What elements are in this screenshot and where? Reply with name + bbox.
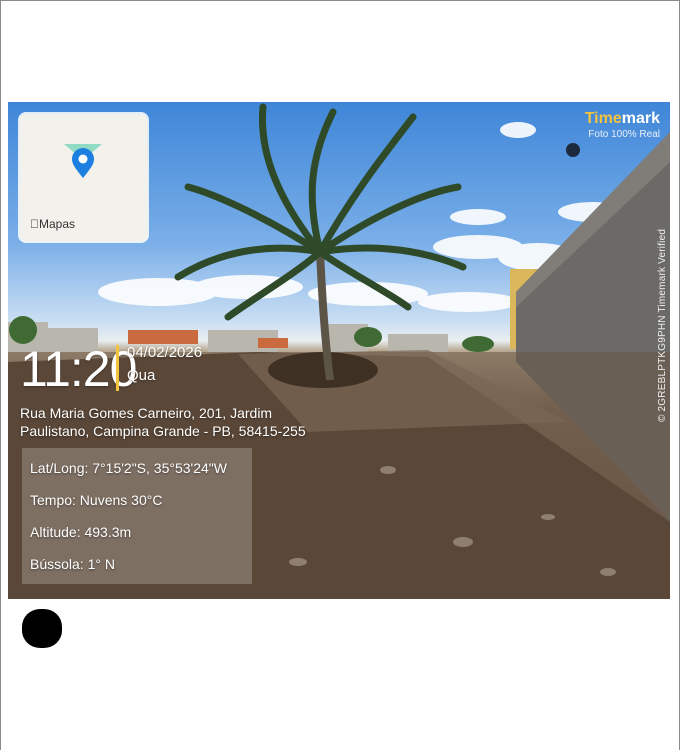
map-thumbnail[interactable]: Mapas: [20, 114, 147, 241]
date-display: 04/02/2026: [127, 344, 203, 361]
time-divider: [116, 345, 119, 391]
weekday-display: Qua: [127, 367, 156, 384]
maps-label: Mapas: [30, 217, 75, 231]
latlong-text: Lat/Long: 7°15'2"S, 35°53'24"W: [30, 460, 227, 476]
map-pin-icon: [64, 144, 102, 178]
black-circle-button[interactable]: [22, 609, 62, 648]
timemark-brand: Timemark Foto 100% Real: [585, 110, 660, 140]
compass-text: Bússola: 1° N: [30, 556, 115, 572]
info-panel: Lat/Long: 7°15'2"S, 35°53'24"W Tempo: Nu…: [22, 448, 252, 584]
altitude-text: Altitude: 493.3m: [30, 524, 132, 540]
brand-subtitle: Foto 100% Real: [588, 129, 660, 140]
verification-code: © 2GREBLPTKG9PHN Timemark Verified: [657, 228, 668, 422]
brand-name: Timemark: [584, 110, 660, 127]
timestamped-photo: Mapas Timemark Foto 100% Real © 2GREBLP…: [8, 102, 670, 599]
weather-text: Tempo: Nuvens 30°C: [30, 492, 163, 508]
address-text: Rua Maria Gomes Carneiro, 201, Jardim Pa…: [20, 404, 330, 440]
apple-icon: : [30, 217, 39, 231]
address-line-1: Rua Maria Gomes Carneiro, 201, Jardim: [20, 405, 273, 421]
address-line-2: Paulistano, Campina Grande - PB, 58415-2…: [20, 423, 306, 439]
